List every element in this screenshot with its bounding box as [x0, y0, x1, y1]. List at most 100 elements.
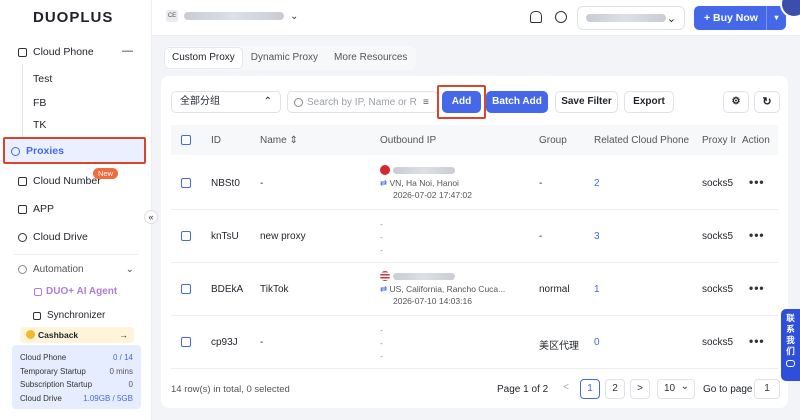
help-icon[interactable] [555, 11, 567, 23]
sidebar-item-ai-agent[interactable]: DUO+ AI Agent [34, 286, 117, 297]
row-checkbox[interactable] [181, 231, 191, 241]
usage-value: 0 mins [109, 366, 133, 376]
sidebar-item-synchronizer[interactable]: Synchronizer [33, 310, 105, 321]
sidebar-item-app[interactable]: APP [18, 203, 54, 215]
sidebar-item-label: DUO+ AI Agent [46, 286, 118, 297]
usage-label: Temporary Startup [20, 366, 86, 376]
row-checkbox[interactable] [181, 337, 191, 347]
column-settings-button[interactable]: ⚙ [723, 91, 749, 113]
ip-timestamp: 2026-07-02 17:47:02 [393, 190, 472, 200]
sidebar-item-proxies[interactable]: Proxies [3, 137, 146, 164]
cell-related-cloud-phone[interactable]: 2 [594, 178, 600, 189]
goto-label: Go to page [703, 384, 753, 395]
bell-icon[interactable] [530, 11, 542, 23]
sidebar-group-tk[interactable]: TK [33, 119, 46, 131]
more-actions-icon[interactable]: ••• [749, 228, 765, 242]
collapse-group-icon[interactable]: — [122, 45, 133, 57]
select-all-checkbox[interactable] [181, 135, 191, 145]
usage-row: Cloud Drive 1.09GB / 5GB [20, 392, 133, 406]
row-checkbox[interactable] [181, 178, 191, 188]
sidebar-section-automation[interactable]: Automation ⌄ [18, 264, 134, 275]
new-badge: New [93, 168, 119, 179]
sidebar-item-label: APP [33, 203, 55, 215]
cell-related-cloud-phone[interactable]: 0 [594, 337, 600, 348]
usage-row: Cloud Phone 0 / 14 [20, 351, 133, 365]
tab-dynamic-proxy[interactable]: Dynamic Proxy [244, 48, 325, 68]
usage-label: Subscription Startup [20, 380, 93, 389]
cell-name: TikTok [260, 284, 289, 295]
table-row[interactable]: BDEkA TikTok ⇄ US, California, Rancho Cuca… [171, 263, 778, 316]
proxy-tabs: Custom Proxy Dynamic Proxy More Resource… [163, 46, 417, 70]
prev-page-button[interactable]: < [556, 379, 576, 399]
batch-add-button[interactable]: Batch Add [486, 91, 548, 113]
sync-icon [33, 311, 41, 320]
table-row[interactable]: NBSt0- ⇄ VN, Ha Noi, Hanoi 2026-07-02 17:4… [171, 157, 778, 210]
app-logo: DUOPLUS [33, 9, 114, 26]
outbound-ip-cell: ⇄ VN, Ha Noi, Hanoi 2026-07-02 17:47:02 [380, 165, 472, 201]
phone-icon [18, 47, 27, 57]
cell-name: new proxy [260, 231, 306, 242]
empty-value: - [380, 351, 383, 361]
ip-location: VN, Ha Noi, Hanoi [389, 178, 459, 188]
header-name[interactable]: Name ⇕ [260, 135, 298, 146]
cell-group: - [539, 231, 543, 242]
ip-timestamp: 2026-07-10 14:03:16 [393, 296, 472, 306]
sidebar-item-cloud-number[interactable]: Cloud Number [18, 175, 101, 187]
user-menu[interactable]: ⌄ [577, 6, 685, 30]
ip-location: US, California, Rancho Cuca... [389, 284, 506, 294]
save-filter-button[interactable]: Save Filter [555, 91, 618, 113]
cashback-label: Cashback [38, 330, 79, 340]
sidebar-group-fb[interactable]: FB [33, 97, 46, 109]
group-select-value: 全部分组 [180, 96, 220, 107]
cell-name: - [260, 337, 264, 348]
next-page-button[interactable]: > [630, 379, 650, 399]
user-name-redacted [586, 14, 666, 22]
cell-proxy-type: socks5 [702, 284, 734, 295]
cell-related-cloud-phone[interactable]: 1 [594, 284, 600, 295]
cell-id: BDEkA [211, 284, 244, 295]
refresh-button[interactable]: ↻ [754, 91, 780, 113]
table-row[interactable]: cp93J - - - - 美区代理 0 socks5 ••• [171, 316, 778, 369]
tree-line [22, 65, 23, 137]
account-avatar: CE [166, 10, 178, 22]
sidebar-collapse-button[interactable]: « [144, 210, 158, 224]
export-button[interactable]: Export [624, 91, 674, 113]
goto-page-input[interactable]: 1 [754, 379, 780, 399]
cloud-icon [18, 232, 27, 242]
header-related-cloud-phone: Related Cloud Phone [594, 135, 690, 146]
tab-more-resources[interactable]: More Resources [327, 48, 414, 68]
chevron-down-icon: ⌄ [125, 264, 134, 275]
cell-related-cloud-phone[interactable]: 3 [594, 231, 600, 242]
more-actions-icon[interactable]: ••• [749, 334, 765, 348]
cashback-banner[interactable]: Cashback → [20, 327, 134, 343]
group-select[interactable]: 全部分组 ⌃ [171, 91, 281, 113]
chevron-down-icon: ⌄ [666, 12, 676, 25]
page-size-select[interactable]: 10 ⌄ [657, 379, 695, 399]
automation-icon [18, 265, 27, 274]
row-checkbox[interactable] [181, 284, 191, 294]
search-input[interactable] [307, 96, 419, 108]
more-actions-icon[interactable]: ••• [749, 175, 765, 189]
contact-us-tab[interactable]: 联系我们 [781, 309, 800, 381]
cell-proxy-type: socks5 [702, 231, 734, 242]
buy-now-button[interactable]: + Buy Now ▾ [694, 6, 786, 30]
page-button-2[interactable]: 2 [605, 379, 625, 399]
network-icon [11, 146, 20, 156]
sidebar-item-cloud-phone[interactable]: Cloud Phone [18, 46, 94, 58]
empty-value: - [380, 245, 383, 255]
sidebar-item-cloud-drive[interactable]: Cloud Drive [18, 231, 88, 243]
sidebar-group-test[interactable]: Test [33, 73, 52, 85]
page-button-1[interactable]: 1 [580, 379, 600, 399]
usage-summary: Cloud Phone 0 / 14 Temporary Startup 0 mins… [12, 345, 141, 409]
add-button[interactable]: Add [442, 91, 481, 113]
cell-proxy-type: socks5 [702, 178, 734, 189]
tab-custom-proxy[interactable]: Custom Proxy [165, 48, 242, 68]
chevron-updown-icon: ⌃ [263, 96, 272, 107]
filter-settings-icon[interactable]: ≡ [423, 97, 429, 108]
empty-value: - [380, 232, 383, 242]
more-actions-icon[interactable]: ••• [749, 281, 765, 295]
cell-group: normal [539, 284, 570, 295]
table-row[interactable]: knTsU new proxy - - - - 3 socks5 ••• [171, 210, 778, 263]
account-switcher[interactable]: CE ⌄ [166, 10, 298, 22]
cell-id: cp93J [211, 337, 238, 348]
